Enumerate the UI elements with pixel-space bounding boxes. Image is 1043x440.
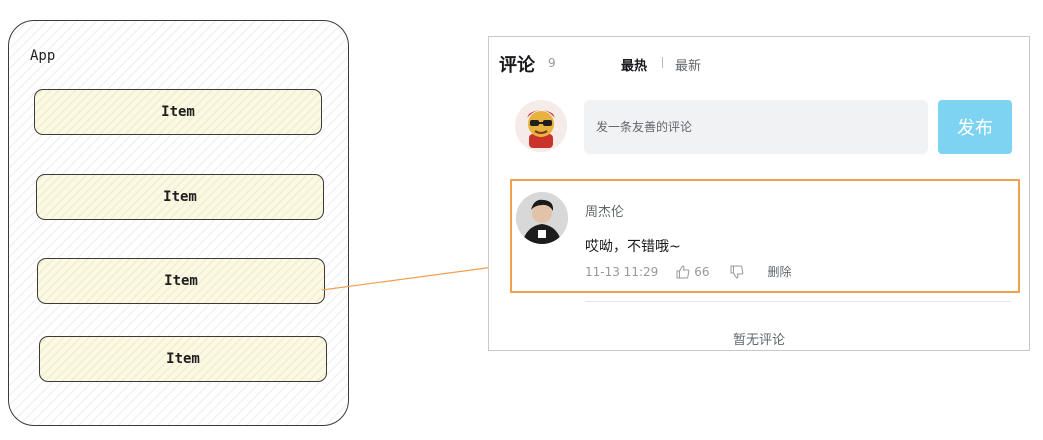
comment-time: 11-13 11:29	[585, 264, 659, 279]
item-box-3: Item	[37, 258, 325, 304]
delete-button[interactable]: 删除	[768, 263, 792, 280]
sort-divider	[662, 57, 663, 68]
self-avatar	[515, 100, 567, 152]
sort-hot-tab[interactable]: 最热	[621, 55, 647, 74]
comment-title: 评论	[499, 55, 535, 76]
comment-count: 9	[548, 56, 556, 70]
thumbs-up-icon[interactable]	[676, 264, 690, 279]
publish-button[interactable]: 发布	[938, 100, 1012, 154]
app-label: App	[30, 48, 56, 64]
comment-input[interactable]	[584, 100, 928, 154]
sort-new-tab[interactable]: 最新	[675, 55, 701, 74]
avatar-cartoon-icon	[515, 100, 567, 152]
item-box-1: Item	[34, 89, 322, 135]
comment-divider	[585, 301, 1011, 302]
user-avatar[interactable]	[516, 192, 568, 244]
comment-username[interactable]: 周杰伦	[585, 201, 624, 220]
item-box-2: Item	[36, 174, 324, 220]
thumbs-down-icon[interactable]	[730, 265, 744, 279]
item-box-4: Item	[39, 336, 327, 382]
no-more-comments: 暂无评论	[732, 333, 785, 348]
avatar-photo-icon	[516, 192, 568, 244]
comment-text: 哎呦，不错哦~	[585, 239, 681, 255]
comment-panel: 评论 9 最热 最新 发布 周杰伦 哎呦，不错哦~ 11-13 11:29	[488, 36, 1030, 351]
like-count: 66	[694, 264, 710, 279]
comment-meta: 11-13 11:29 66 删除	[585, 263, 792, 280]
